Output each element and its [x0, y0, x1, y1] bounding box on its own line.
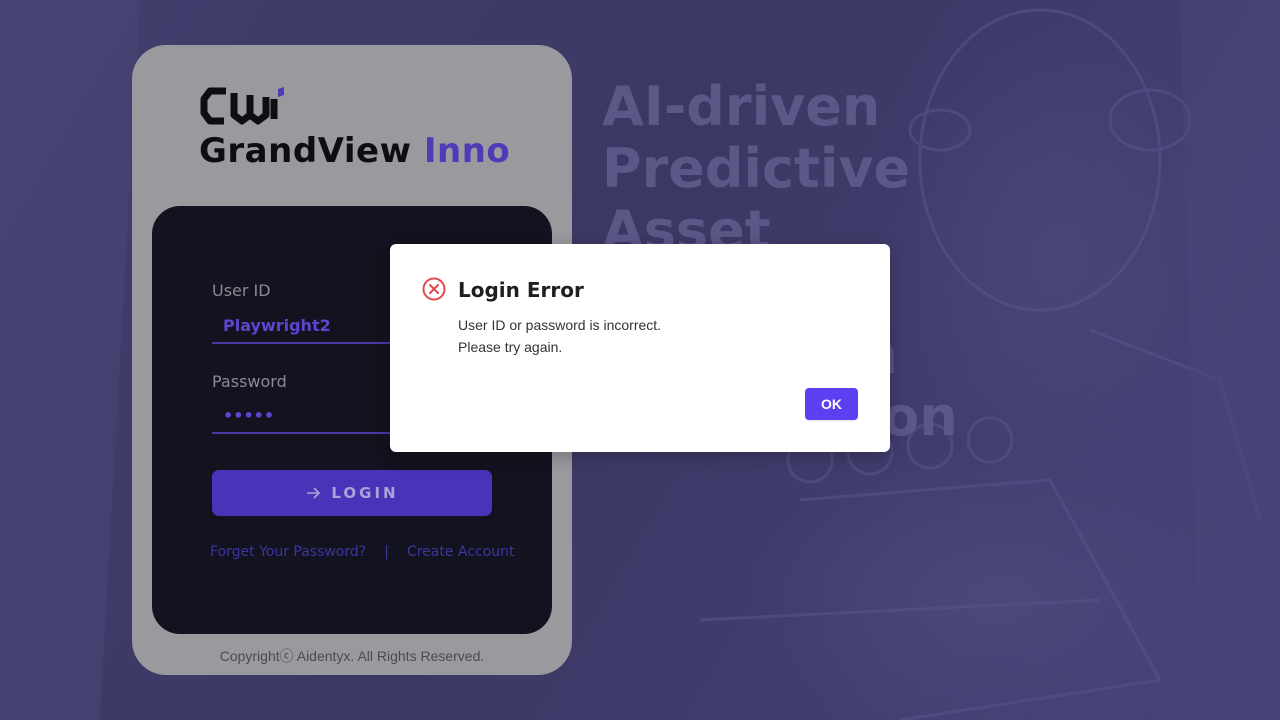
password-label: Password: [212, 372, 287, 391]
user-id-label: User ID: [212, 281, 271, 300]
arrow-right-icon: [307, 487, 321, 499]
dialog-message-line: User ID or password is incorrect.: [458, 317, 662, 333]
brand-wordmark: GrandView Inno: [199, 131, 510, 171]
brand-name: GrandView: [199, 131, 412, 171]
login-error-dialog: Login Error User ID or password is incor…: [390, 244, 890, 452]
hero-line: Predictive: [602, 137, 911, 200]
forgot-password-link[interactable]: Forget Your Password?: [210, 544, 366, 560]
dialog-message: User ID or password is incorrect. Please…: [458, 314, 661, 358]
ok-button[interactable]: OK: [805, 388, 858, 420]
copyright-text: Copyrightⓒ Aidentyx. All Rights Reserved…: [219, 648, 485, 664]
hero-line: AI-driven: [602, 75, 881, 138]
link-separator: |: [384, 544, 389, 560]
login-button-label: LOGIN: [331, 484, 399, 502]
error-circle-icon: [422, 277, 446, 301]
dialog-message-line: Please try again.: [458, 339, 563, 355]
brand-accent: Inno: [423, 131, 511, 171]
company-logo-icon: [200, 87, 284, 125]
create-account-link[interactable]: Create Account: [407, 544, 515, 560]
login-button[interactable]: LOGIN: [212, 470, 492, 516]
dialog-title: Login Error: [458, 278, 584, 302]
account-links: Forget Your Password? | Create Account: [210, 544, 514, 560]
